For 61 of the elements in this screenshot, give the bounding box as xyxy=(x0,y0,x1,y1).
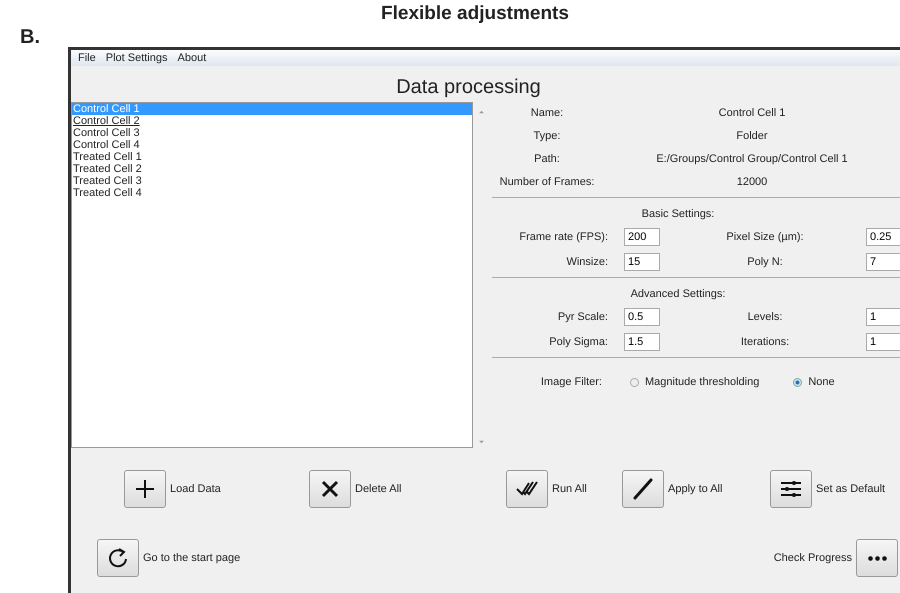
list-item[interactable]: Control Cell 3 xyxy=(72,127,472,139)
more-icon xyxy=(868,556,886,560)
field-value: E:/Groups/Control Group/Control Cell 1 xyxy=(655,153,849,165)
plus-icon xyxy=(133,477,157,501)
figure-title: Flexible adjustments xyxy=(381,3,569,25)
button-label: Run All xyxy=(552,483,587,495)
field-label: Type: xyxy=(532,130,562,142)
section-title: Basic Settings: xyxy=(640,208,716,220)
field-value: 12000 xyxy=(736,176,768,188)
radio-option[interactable]: None xyxy=(793,376,835,388)
double-check-button[interactable] xyxy=(506,470,548,508)
menu-item[interactable]: Plot Settings xyxy=(106,52,168,64)
list-item[interactable]: Treated Cell 1 xyxy=(72,151,472,163)
field-label: Levels: xyxy=(746,311,784,323)
input-field[interactable]: 0.25 xyxy=(866,228,900,246)
field-value: Folder xyxy=(735,130,769,142)
file-list[interactable]: Control Cell 1 Control Cell 2 Control Cell 3 Control Cell 4 Treated Cell 1 Treated Cell 2 Treated Cell 3 Treated Cell 4 xyxy=(71,102,473,448)
button-label: Apply to All xyxy=(668,483,722,495)
field-label: Iterations: xyxy=(740,336,790,348)
field-label: Pixel Size (µm): xyxy=(725,231,805,243)
input-field[interactable]: 7 xyxy=(866,253,900,271)
field-label: Poly N: xyxy=(746,256,784,268)
more-button[interactable] xyxy=(856,539,898,577)
plus-button[interactable] xyxy=(124,470,166,508)
list-item[interactable]: Control Cell 4 xyxy=(72,139,472,151)
field-label: Winsize: xyxy=(565,256,608,268)
sliders-button[interactable] xyxy=(770,470,812,508)
list-item[interactable]: Treated Cell 2 xyxy=(72,163,472,175)
field-label: Name: xyxy=(530,107,564,119)
refresh-button[interactable] xyxy=(97,539,139,577)
button-label: Load Data xyxy=(170,483,221,495)
close-button[interactable] xyxy=(309,470,351,508)
field-label: Frame rate (FPS): xyxy=(518,231,608,243)
input-field[interactable]: 1 xyxy=(866,308,900,326)
button-label: Go to the start page xyxy=(143,552,240,564)
panel-label: B. xyxy=(20,26,40,49)
input-field[interactable]: 1.5 xyxy=(624,333,660,351)
list-item[interactable]: Treated Cell 3 xyxy=(72,175,472,187)
input-field[interactable]: 0.5 xyxy=(624,308,660,326)
radio-option[interactable]: Magnitude thresholding xyxy=(630,376,760,388)
field-label: Image Filter: xyxy=(540,376,602,388)
button-label: Check Progress xyxy=(774,552,852,564)
input-field[interactable]: 15 xyxy=(624,253,660,271)
page-heading: Data processing xyxy=(395,75,542,100)
field-label: Path: xyxy=(533,153,561,165)
list-item[interactable]: Control Cell 2 xyxy=(72,115,472,127)
list-item[interactable]: Treated Cell 4 xyxy=(72,187,472,199)
section-title: Advanced Settings: xyxy=(630,288,726,300)
field-value: Control Cell 1 xyxy=(718,107,786,119)
pen-icon xyxy=(631,477,655,501)
pen-button[interactable] xyxy=(622,470,664,508)
input-field[interactable]: 1 xyxy=(866,333,900,351)
field-label: Poly Sigma: xyxy=(548,336,608,348)
field-label: Number of Frames: xyxy=(498,176,596,188)
menu-item[interactable]: File xyxy=(78,52,96,64)
button-label: Set as Default xyxy=(816,483,886,495)
input-field[interactable]: 200 xyxy=(624,228,660,246)
refresh-icon xyxy=(106,546,130,570)
menu-item[interactable]: About xyxy=(178,52,206,64)
button-label: Delete All xyxy=(355,483,402,495)
field-label: Pyr Scale: xyxy=(556,311,608,323)
